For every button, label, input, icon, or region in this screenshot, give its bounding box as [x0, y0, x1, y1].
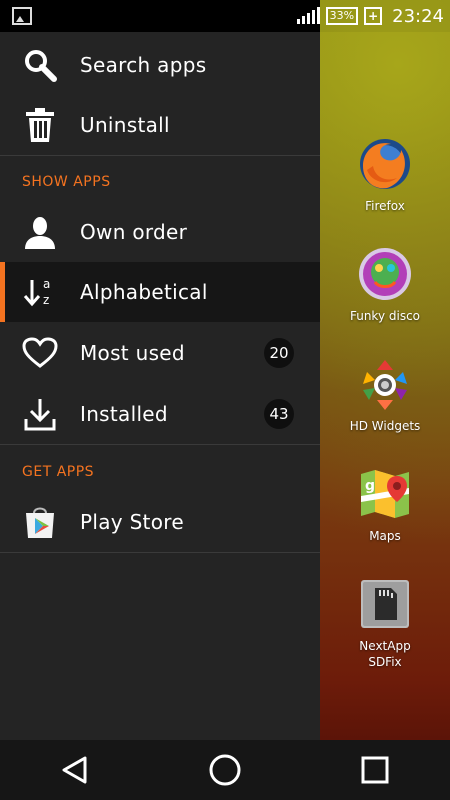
- divider: [0, 552, 320, 553]
- app-label: Funky disco: [349, 309, 421, 323]
- recents-button[interactable]: [345, 740, 405, 800]
- menu-item-search-apps[interactable]: Search apps: [0, 35, 320, 95]
- heart-icon: [20, 333, 60, 373]
- active-indicator: [0, 262, 5, 322]
- firefox-icon: [357, 136, 413, 192]
- menu-item-uninstall[interactable]: Uninstall: [0, 95, 320, 155]
- menu-item-own-order[interactable]: Own order: [0, 202, 320, 262]
- menu-item-most-used[interactable]: Most used 20: [0, 323, 320, 383]
- svg-text:z: z: [43, 293, 49, 307]
- section-title-show-apps: SHOW APPS: [22, 174, 111, 190]
- clock: 23:24: [392, 5, 444, 27]
- funky-disco-icon: [357, 246, 413, 302]
- home-button[interactable]: [195, 740, 255, 800]
- app-drawer-menu: Search apps Uninstall SHOW APPS Own orde…: [0, 32, 320, 740]
- menu-item-play-store[interactable]: Play Store: [0, 492, 320, 552]
- charging-icon: +: [364, 7, 383, 25]
- menu-item-label: Most used: [80, 341, 185, 365]
- menu-item-label: Play Store: [80, 510, 184, 534]
- sort-az-icon: az: [20, 272, 60, 312]
- recents-icon: [361, 756, 389, 784]
- play-store-icon: [20, 502, 60, 542]
- menu-item-label: Installed: [80, 402, 168, 426]
- maps-icon: g: [357, 466, 413, 522]
- menu-item-label: Uninstall: [80, 113, 170, 137]
- back-button[interactable]: [45, 740, 105, 800]
- battery-level: 33%: [325, 7, 359, 25]
- download-icon: [20, 394, 60, 434]
- count-badge: 20: [264, 338, 294, 368]
- app-maps[interactable]: g Maps: [320, 466, 450, 544]
- menu-item-label: Search apps: [80, 53, 207, 77]
- app-label: HD Widgets: [349, 419, 421, 433]
- signal-icon: [296, 7, 320, 24]
- sdfix-icon: [357, 576, 413, 632]
- status-bar: 33% + 23:24: [0, 0, 450, 32]
- app-label: Firefox: [365, 199, 405, 213]
- svg-text:g: g: [365, 478, 375, 494]
- app-hd-widgets[interactable]: HD Widgets: [320, 356, 450, 434]
- divider: [0, 444, 320, 445]
- home-icon: [209, 754, 241, 786]
- app-nextapp-sdfix[interactable]: NextApp SDFix: [320, 576, 450, 670]
- app-label: Maps: [369, 529, 401, 543]
- app-firefox[interactable]: Firefox: [320, 136, 450, 214]
- count-badge: 43: [264, 399, 294, 429]
- navigation-bar: [0, 740, 450, 800]
- trash-icon: [20, 105, 60, 145]
- app-funky-disco[interactable]: Funky disco: [320, 246, 450, 324]
- menu-item-alphabetical[interactable]: az Alphabetical: [0, 262, 320, 322]
- section-title-get-apps: GET APPS: [22, 464, 95, 480]
- menu-item-installed[interactable]: Installed 43: [0, 384, 320, 444]
- person-icon: [20, 212, 60, 252]
- image-notification-icon: [12, 7, 32, 25]
- app-label: NextApp SDFix: [359, 639, 411, 669]
- back-icon: [62, 756, 87, 784]
- menu-item-label: Alphabetical: [80, 280, 208, 304]
- search-icon: [20, 45, 60, 85]
- menu-item-label: Own order: [80, 220, 188, 244]
- divider: [0, 155, 320, 156]
- hd-widgets-icon: [357, 356, 413, 412]
- svg-text:a: a: [43, 277, 50, 291]
